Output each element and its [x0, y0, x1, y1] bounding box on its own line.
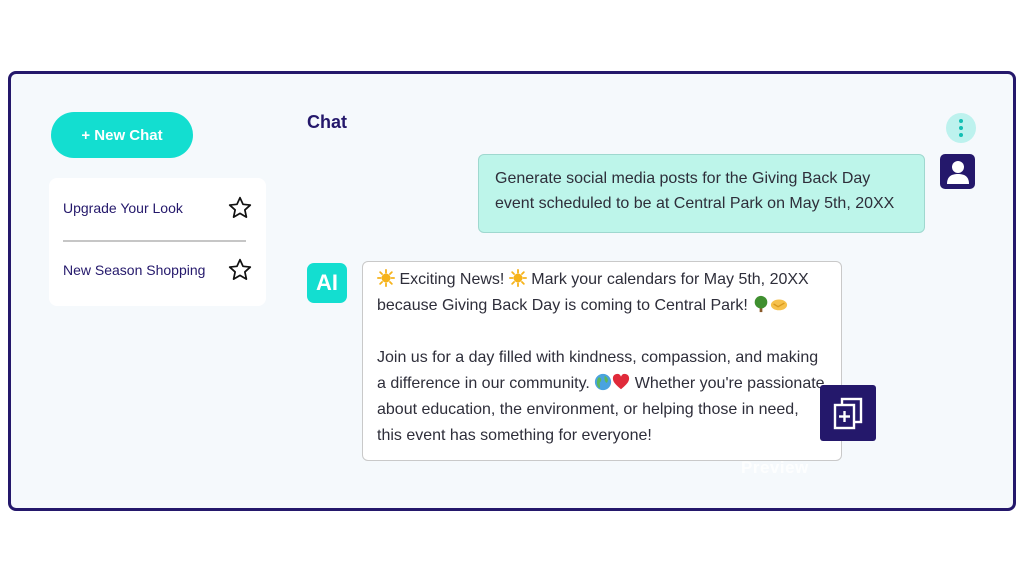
more-vertical-icon-dot	[959, 133, 963, 137]
sun-emoji-icon	[508, 269, 527, 287]
star-icon[interactable]	[227, 195, 253, 221]
ai-message-paragraph-1: Exciting News! Mark your calendars for M…	[377, 267, 827, 319]
favorite-item-label: New Season Shopping	[63, 262, 206, 278]
favorites-panel: Upgrade Your Look New Season Shopping	[49, 178, 266, 306]
star-icon[interactable]	[227, 257, 253, 283]
page-title: Chat	[307, 112, 347, 132]
tree-emoji-icon	[754, 295, 768, 313]
favorite-item-upgrade-your-look[interactable]: Upgrade Your Look	[63, 192, 253, 224]
user-message-bubble: Generate social media posts for the Givi…	[478, 154, 925, 233]
ai-message-bubble: Exciting News! Mark your calendars for M…	[362, 261, 842, 461]
copy-add-icon	[833, 397, 863, 430]
copy-add-button[interactable]	[820, 385, 876, 441]
favorite-item-new-season-shopping[interactable]: New Season Shopping	[63, 254, 253, 286]
user-avatar	[940, 154, 975, 189]
user-icon	[946, 160, 969, 184]
ai-avatar: AI	[307, 263, 347, 303]
preview-watermark: Preview	[741, 458, 809, 477]
favorite-item-label: Upgrade Your Look	[63, 200, 183, 216]
handshake-emoji-icon	[771, 299, 788, 311]
more-vertical-icon-dot	[959, 126, 963, 130]
ai-message-paragraph-2: Join us for a day filled with kindness, …	[377, 345, 827, 449]
favorites-divider	[63, 240, 246, 242]
globe-emoji-icon	[595, 373, 612, 391]
more-options-button[interactable]	[946, 113, 976, 143]
chat-app-frame: + New Chat Upgrade Your Look New Season …	[8, 71, 1016, 511]
heart-emoji-icon	[613, 373, 630, 390]
more-vertical-icon	[959, 119, 963, 123]
sun-emoji-icon	[377, 269, 395, 287]
ai-text: Exciting News!	[395, 271, 509, 288]
new-chat-button[interactable]: + New Chat	[51, 112, 193, 158]
